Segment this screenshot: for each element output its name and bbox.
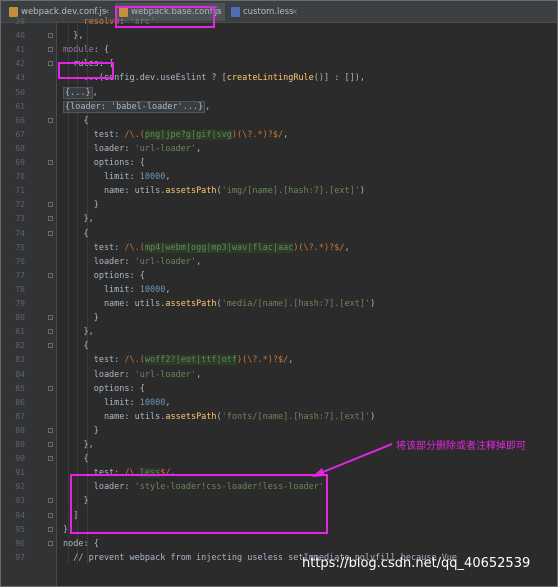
annotation-text: 将该部分删除或者注释掉即可: [396, 441, 526, 452]
watermark-text: https://blog.csdn.net/qq_40652539: [302, 556, 531, 571]
annotation-arrow: [312, 443, 393, 477]
